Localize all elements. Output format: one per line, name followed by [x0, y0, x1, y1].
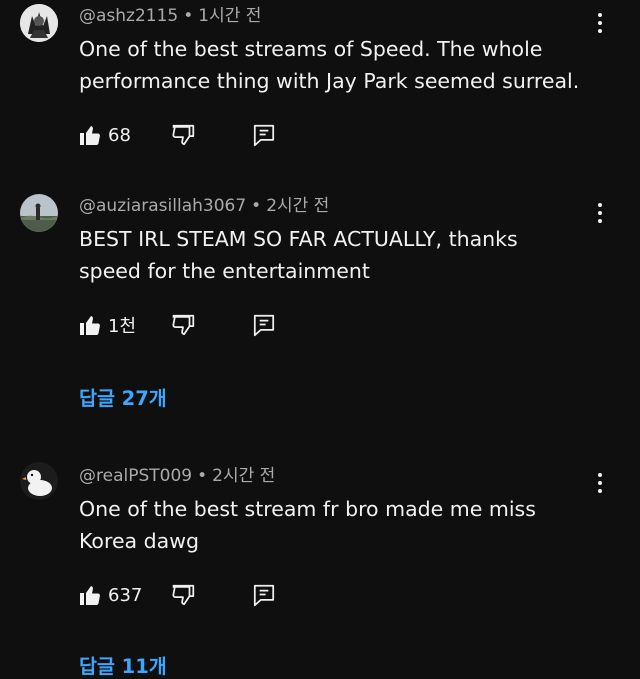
comment-meta: @realPST009 • 2시간 전 — [79, 465, 275, 487]
more-vertical-icon — [598, 473, 602, 477]
like-count: 637 — [108, 584, 143, 606]
like-button[interactable]: 68 — [78, 120, 131, 150]
comment-text: One of the best streams of Speed. The wh… — [79, 33, 619, 97]
comment-time: 1시간 전 — [198, 6, 262, 26]
comment-meta: @auziarasillah3067 • 2시간 전 — [79, 195, 329, 217]
comment-text-line: speed for the entertainment — [79, 259, 370, 283]
reply-button[interactable] — [251, 582, 277, 608]
view-replies-link[interactable]: 답글 11개 — [79, 650, 167, 679]
like-button[interactable]: 1천 — [78, 310, 136, 340]
comment-author[interactable]: @realPST009 — [79, 466, 192, 486]
like-count: 1천 — [108, 316, 137, 337]
comment-text-line: One of the best streams of Speed. The wh… — [79, 37, 543, 61]
meta-separator: • — [183, 6, 194, 26]
comment-text-line: Korea dawg — [79, 529, 199, 553]
comment-actions: 637 — [78, 580, 298, 610]
thumbs-up-icon — [80, 316, 100, 335]
thumbs-down-icon — [172, 584, 195, 606]
thumbs-up-icon — [80, 126, 100, 145]
view-replies-link[interactable]: 답글 27개 — [79, 382, 167, 411]
like-button[interactable]: 637 — [78, 580, 142, 610]
avatar[interactable] — [20, 4, 58, 42]
reply-comment-icon — [253, 124, 275, 147]
comment-author[interactable]: @auziarasillah3067 — [79, 196, 246, 216]
comment-text: One of the best stream fr bro made me mi… — [79, 493, 619, 557]
thumbs-up-icon — [80, 586, 100, 605]
avatar[interactable] — [20, 462, 58, 500]
comment-actions: 68 — [78, 120, 298, 150]
reply-button[interactable] — [251, 122, 277, 148]
comment-time: 2시간 전 — [212, 466, 276, 486]
comment-item: @ashz2115 • 1시간 전 One of the best streams … — [0, 0, 640, 160]
reply-comment-icon — [253, 314, 275, 337]
dislike-button[interactable] — [170, 312, 196, 338]
reply-comment-icon — [253, 584, 275, 607]
comment-item: @auziarasillah3067 • 2시간 전 BEST IRL STEAM … — [0, 190, 640, 430]
comment-meta: @ashz2115 • 1시간 전 — [79, 5, 261, 27]
comment-item: @realPST009 • 2시간 전 One of the best stream… — [0, 460, 640, 678]
comment-actions: 1천 — [78, 310, 298, 340]
comment-time: 2시간 전 — [266, 196, 330, 216]
dislike-button[interactable] — [170, 122, 196, 148]
meta-separator: • — [251, 196, 262, 216]
dislike-button[interactable] — [170, 582, 196, 608]
thumbs-down-icon — [172, 124, 195, 146]
comment-text-line: One of the best stream fr bro made me mi… — [79, 497, 536, 521]
more-vertical-icon — [598, 13, 602, 17]
avatar[interactable] — [20, 194, 58, 232]
comment-text: BEST IRL STEAM SO FAR ACTUALLY, thanks s… — [79, 223, 619, 287]
like-count: 68 — [108, 124, 131, 146]
comment-author[interactable]: @ashz2115 — [79, 6, 178, 26]
thumbs-down-icon — [172, 314, 195, 336]
meta-separator: • — [197, 466, 208, 486]
more-vertical-icon — [598, 203, 602, 207]
comment-text-line: BEST IRL STEAM SO FAR ACTUALLY, thanks — [79, 227, 518, 251]
reply-button[interactable] — [251, 312, 277, 338]
comment-text-line: performance thing with Jay Park seemed s… — [79, 69, 580, 93]
